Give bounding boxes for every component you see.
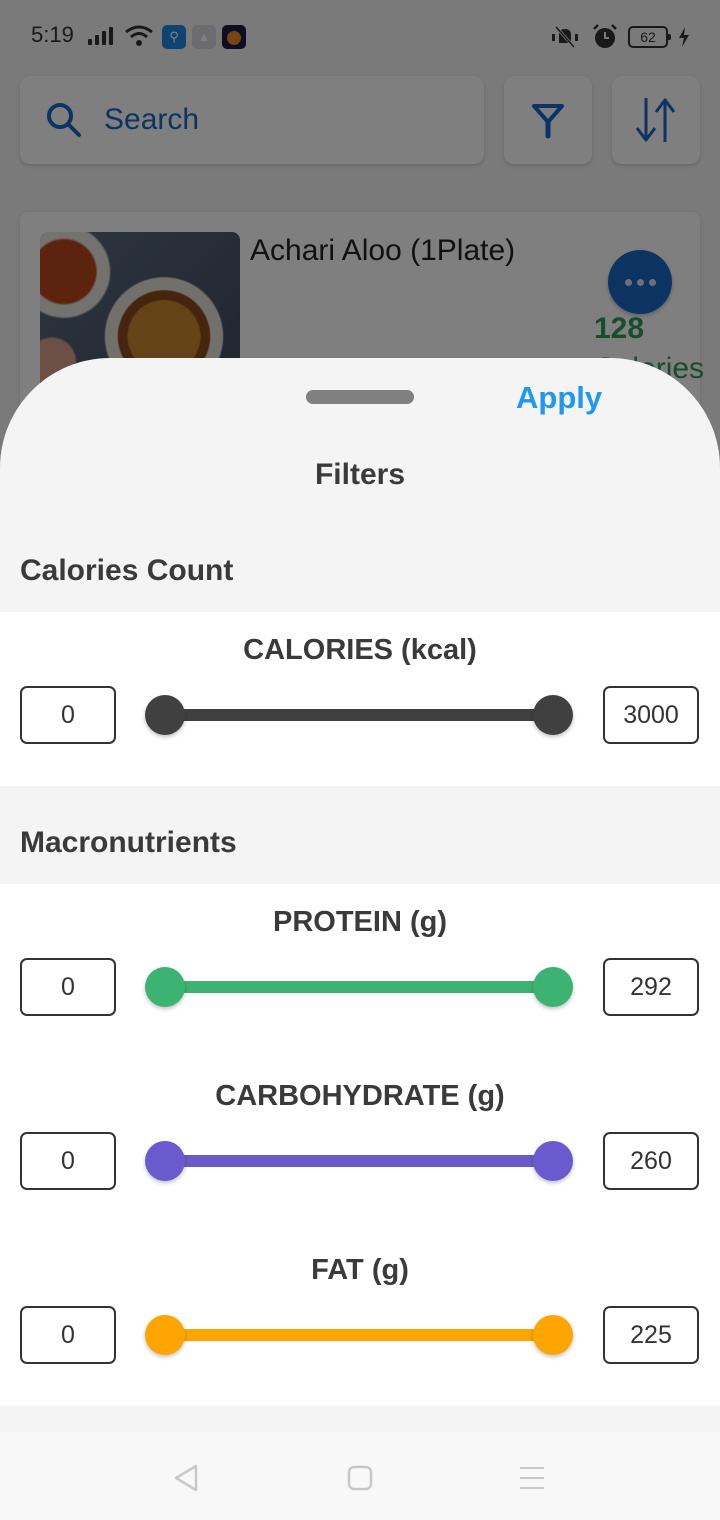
drag-handle[interactable]: [306, 390, 414, 404]
apply-button[interactable]: Apply: [516, 380, 602, 416]
system-nav-bar: [0, 1432, 720, 1520]
range-max-thumb[interactable]: [533, 967, 573, 1007]
range-fill: [165, 1329, 553, 1341]
range-label: PROTEIN (g): [273, 906, 447, 938]
range-calories: CALORIES (kcal): [0, 634, 720, 764]
section-heading-macronutrients: Macronutrients: [20, 826, 237, 859]
nav-back-button[interactable]: [166, 1458, 206, 1498]
range-min-input[interactable]: [20, 686, 116, 744]
home-icon: [347, 1465, 373, 1491]
range-protein: PROTEIN (g): [0, 906, 720, 1036]
range-min-input[interactable]: [20, 1132, 116, 1190]
range-min-thumb[interactable]: [145, 1315, 185, 1355]
calories-panel: CALORIES (kcal): [0, 612, 720, 786]
back-icon: [174, 1464, 198, 1492]
range-label: FAT (g): [311, 1254, 409, 1286]
range-track[interactable]: [165, 1329, 553, 1341]
nav-recents-button[interactable]: [512, 1458, 552, 1498]
filter-sheet: Apply Filters Calories Count CALORIES (k…: [0, 358, 720, 1520]
section-heading-calories: Calories Count: [20, 554, 234, 587]
range-max-input[interactable]: [603, 1132, 699, 1190]
range-track[interactable]: [165, 709, 553, 721]
range-fill: [165, 981, 553, 993]
range-track[interactable]: [165, 1155, 553, 1167]
range-fill: [165, 1155, 553, 1167]
range-max-thumb[interactable]: [533, 1315, 573, 1355]
range-label: CALORIES (kcal): [243, 634, 477, 666]
range-max-input[interactable]: [603, 686, 699, 744]
macronutrients-panel: PROTEIN (g) CARBOHYDRATE (g) FAT (g): [0, 884, 720, 1406]
sheet-title: Filters: [314, 458, 406, 491]
range-min-thumb[interactable]: [145, 695, 185, 735]
range-track[interactable]: [165, 981, 553, 993]
range-fat: FAT (g): [0, 1254, 720, 1384]
range-max-thumb[interactable]: [533, 695, 573, 735]
range-min-input[interactable]: [20, 1306, 116, 1364]
range-min-thumb[interactable]: [145, 1141, 185, 1181]
range-min-input[interactable]: [20, 958, 116, 1016]
range-fill: [165, 709, 553, 721]
range-max-input[interactable]: [603, 1306, 699, 1364]
recents-icon: [520, 1467, 544, 1489]
range-label: CARBOHYDRATE (g): [215, 1080, 505, 1112]
range-carbohydrate: CARBOHYDRATE (g): [0, 1080, 720, 1210]
range-min-thumb[interactable]: [145, 967, 185, 1007]
range-max-thumb[interactable]: [533, 1141, 573, 1181]
nav-home-button[interactable]: [340, 1458, 380, 1498]
range-max-input[interactable]: [603, 958, 699, 1016]
